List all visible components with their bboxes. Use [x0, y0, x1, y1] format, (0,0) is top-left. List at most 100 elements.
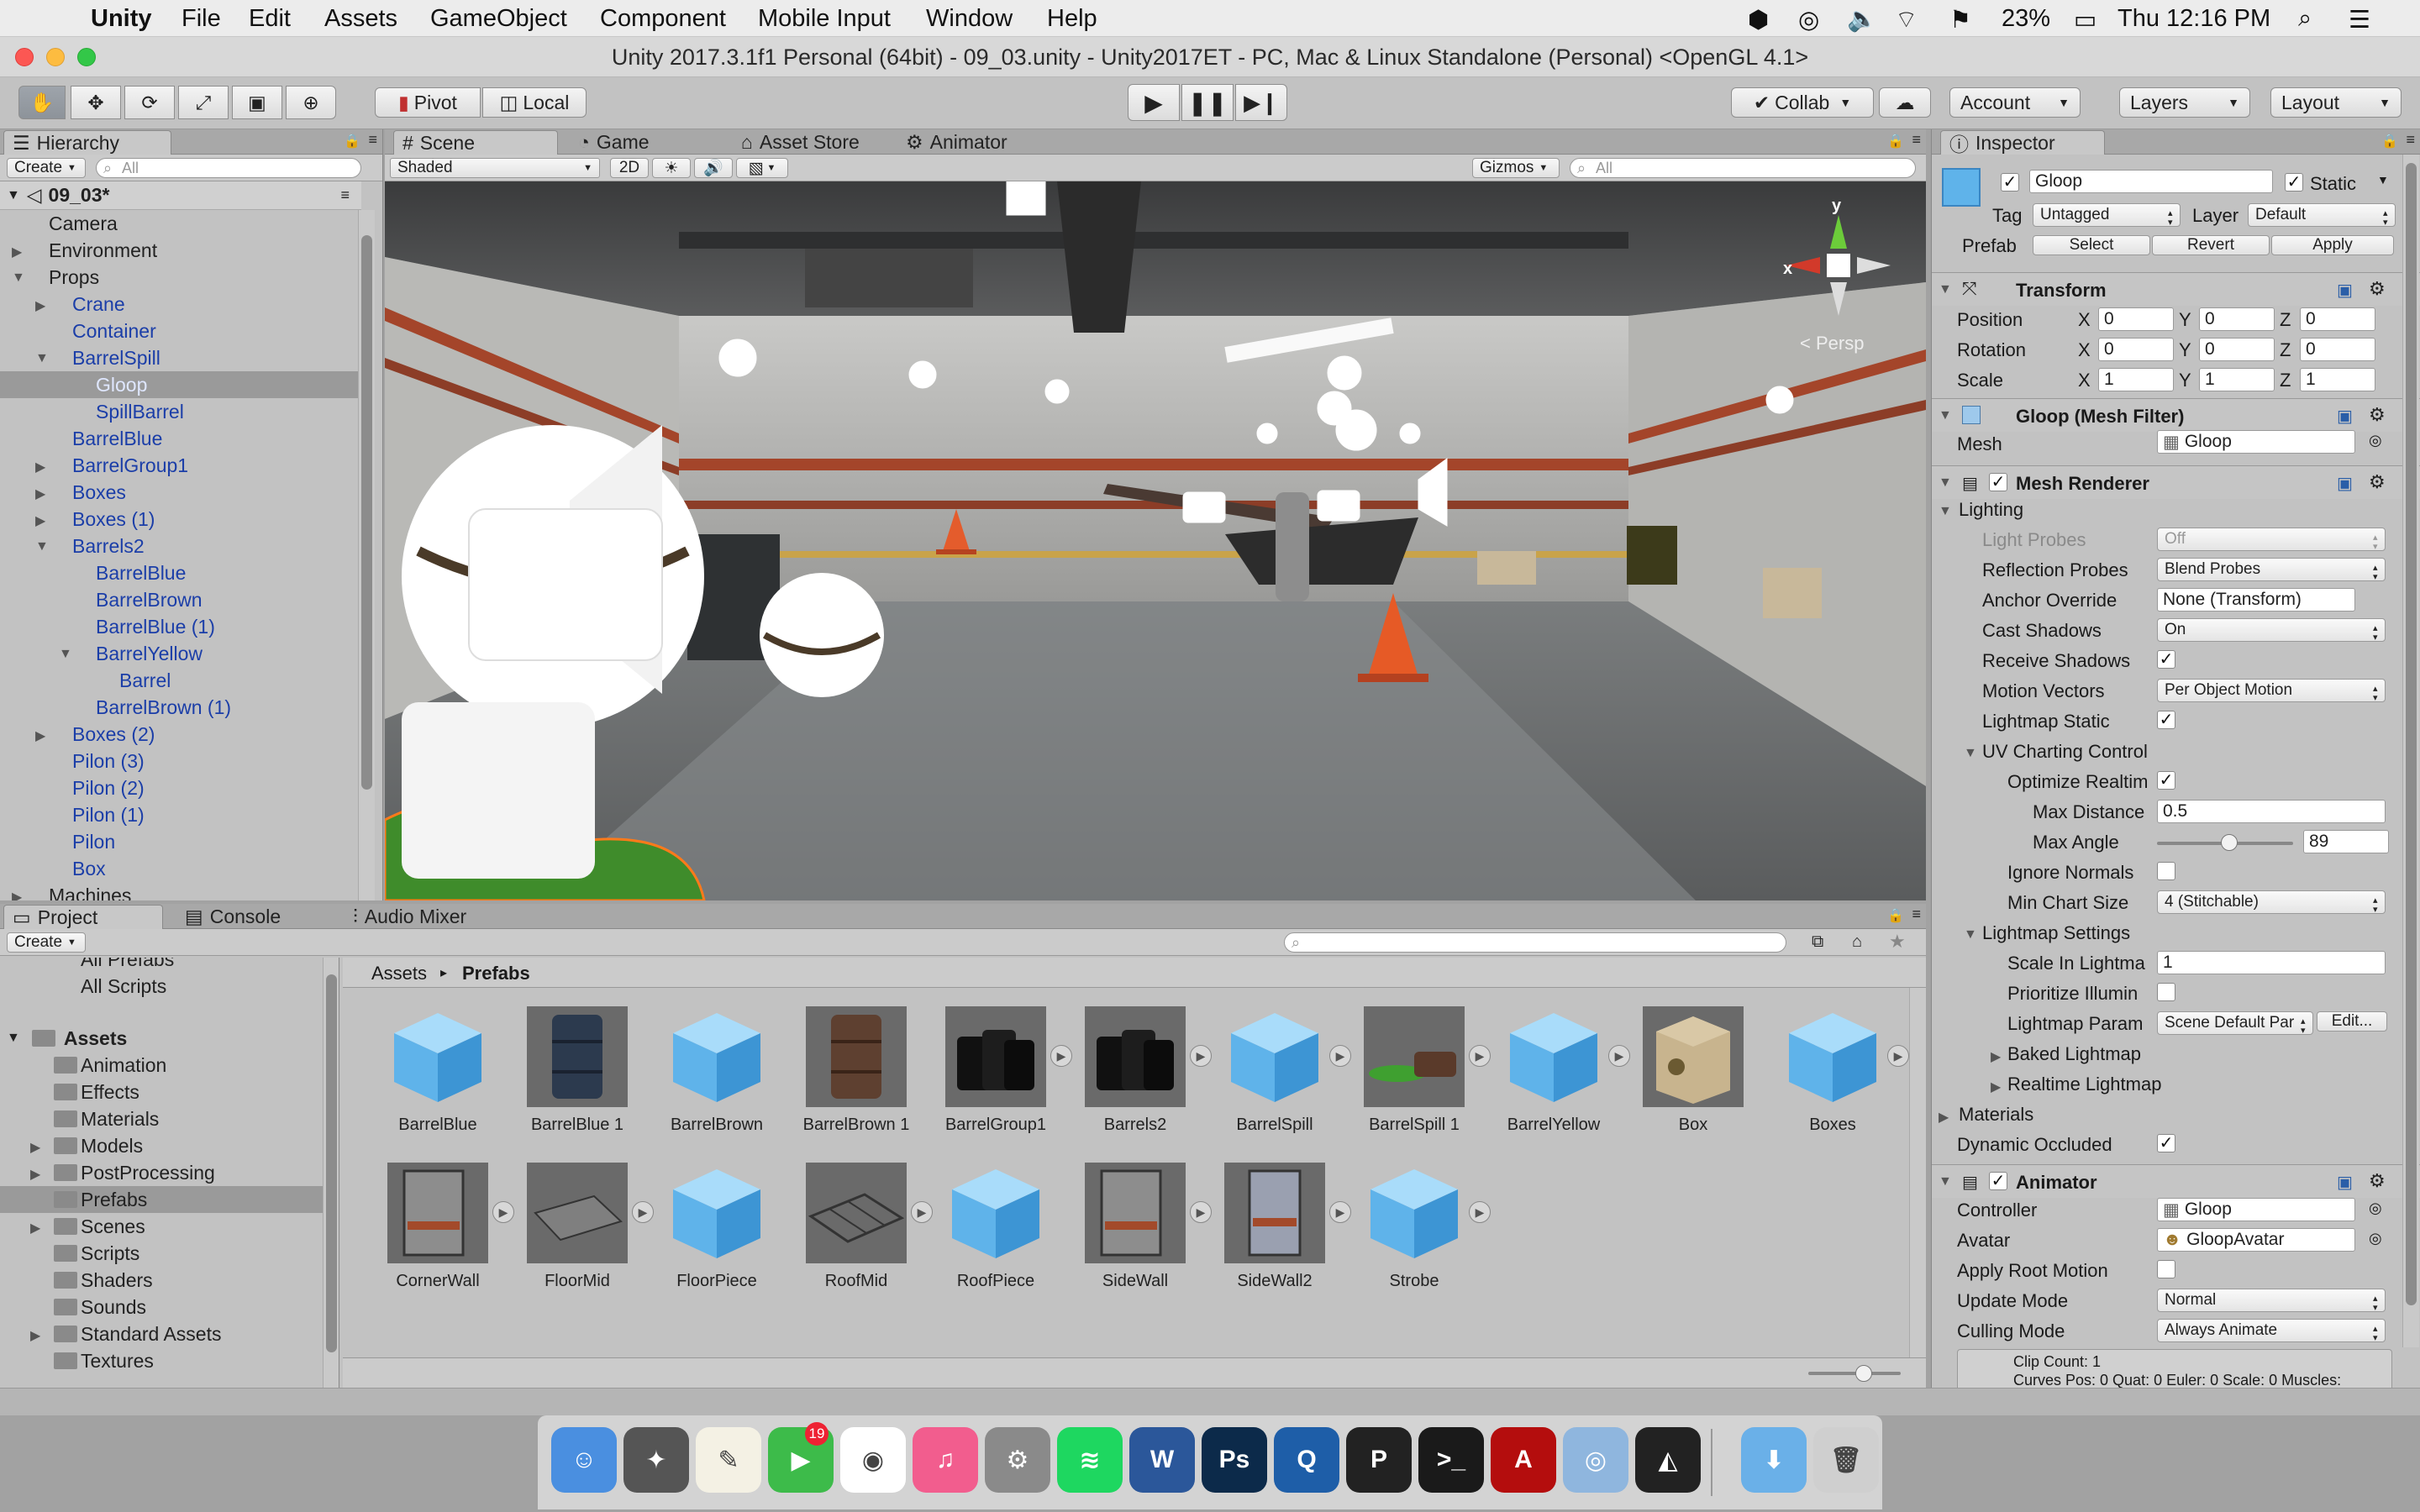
hierarchy-item[interactable]: BarrelBrown	[0, 586, 358, 613]
asset-item[interactable]: BarrelBrown 1	[776, 1006, 919, 1158]
breadcrumb-prefabs[interactable]: Prefabs	[462, 963, 530, 984]
max-angle-field[interactable]: 89	[2303, 830, 2389, 853]
project-folder-item[interactable]: Shaders	[0, 1267, 323, 1294]
object-picker-icon[interactable]: ◎	[2369, 432, 2382, 449]
audio-toggle[interactable]: 🔊	[694, 158, 733, 178]
gear-icon[interactable]: ⚙	[2369, 278, 2386, 300]
tab-console[interactable]: ▤ Console	[176, 905, 289, 929]
chevron-down-icon[interactable]: ▼	[12, 270, 25, 286]
hierarchy-item[interactable]: Container	[0, 318, 358, 344]
baked-lightmap-foldout[interactable]: Baked Lightmap	[2007, 1043, 2141, 1065]
prioritize-illumination-checkbox[interactable]	[2157, 983, 2175, 1001]
tab-asset-store[interactable]: ⌂ Asset Store	[733, 130, 868, 155]
asset-item[interactable]: ▶ BarrelSpill 1	[1334, 1006, 1491, 1158]
pause-button[interactable]: ❚❚	[1181, 84, 1234, 121]
hierarchy-item[interactable]: BarrelBlue (1)	[0, 613, 358, 640]
chevron-right-icon[interactable]: ▶	[30, 1220, 40, 1236]
transform-header[interactable]: ▼ ⤧ Transform ▣ ⚙	[1932, 272, 2420, 306]
ignore-normals-checkbox[interactable]	[2157, 862, 2175, 880]
scene-viewport[interactable]: x y < Persp	[385, 181, 1926, 900]
chevron-right-icon[interactable]: ▶	[1991, 1048, 2001, 1065]
dock-photoshop-icon[interactable]: Ps	[1202, 1427, 1267, 1493]
asset-item[interactable]: RoofPiece	[916, 1163, 1059, 1314]
hierarchy-item[interactable]: ▶ Machines	[0, 882, 358, 901]
hierarchy-item[interactable]: ▼ BarrelYellow	[0, 640, 358, 667]
project-search-input[interactable]: ⌕	[1284, 932, 1786, 953]
project-folder-item[interactable]: ▶ Models	[0, 1132, 323, 1159]
project-folder-item[interactable]: ▶ Scenes	[0, 1213, 323, 1240]
animator-header[interactable]: ▼ ▤ ✓ Animator ▣ ⚙	[1932, 1164, 2420, 1198]
chevron-right-icon[interactable]: ▶	[30, 1327, 40, 1344]
chevron-right-icon[interactable]: ▶	[1939, 1109, 1949, 1126]
chevron-right-icon[interactable]: ▶	[12, 244, 22, 260]
panel-menu-icon[interactable]: ≡	[2406, 131, 2415, 149]
hierarchy-item[interactable]: ▶ Boxes	[0, 479, 358, 506]
tab-animator[interactable]: ⚙ Animator	[897, 130, 1016, 155]
asset-item[interactable]: ▶ BarrelGroup1	[916, 1006, 1072, 1158]
prefab-revert-button[interactable]: Revert	[2152, 235, 2270, 255]
rotate-tool-button[interactable]: ⟳	[124, 86, 175, 119]
asset-item[interactable]: BarrelBlue 1	[497, 1006, 640, 1158]
chevron-right-icon[interactable]: ▶	[1991, 1079, 2001, 1095]
menu-mobile-input[interactable]: Mobile Input	[758, 5, 891, 33]
chevron-down-icon[interactable]: ▼	[59, 647, 72, 662]
hierarchy-create-dropdown[interactable]: Create ▼	[7, 158, 86, 178]
chevron-down-icon[interactable]: ▼	[35, 351, 49, 366]
scrollbar-thumb[interactable]	[361, 235, 372, 790]
tab-inspector[interactable]: ⓘ Inspector	[1940, 130, 2105, 155]
tab-scene[interactable]: # Scene	[393, 130, 558, 155]
filter-type-icon[interactable]: ⧉	[1812, 932, 1823, 952]
chevron-down-icon[interactable]: ▼	[1964, 746, 1977, 761]
receive-shadows-checkbox[interactable]: ✓	[2157, 650, 2175, 669]
scene-root-row[interactable]: ▼ ◁ 09_03* ≡	[0, 181, 361, 210]
lighting-foldout[interactable]: Lighting	[1959, 499, 2023, 521]
chevron-down-icon[interactable]: ▼	[1939, 504, 1952, 519]
gear-icon[interactable]: ⚙	[2369, 1170, 2386, 1192]
avatar-field[interactable]: ☻ GloopAvatar	[2157, 1228, 2355, 1252]
notification-center-icon[interactable]: ☰	[2349, 5, 2370, 34]
project-folder-item[interactable]: Materials	[0, 1105, 323, 1132]
culling-mode-dropdown[interactable]: Always Animate	[2157, 1319, 2386, 1342]
breadcrumb-assets[interactable]: Assets	[371, 963, 427, 984]
scrollbar-thumb[interactable]	[326, 974, 337, 1352]
dock-word-icon[interactable]: W	[1129, 1427, 1195, 1493]
project-folder-item[interactable]: Animation	[0, 1052, 323, 1079]
tag-dropdown[interactable]: Untagged	[2033, 203, 2181, 227]
dynamic-occluded-checkbox[interactable]: ✓	[2157, 1134, 2175, 1152]
clock[interactable]: Thu 12:16 PM	[2118, 5, 2270, 33]
dock-preview-icon[interactable]: ◎	[1563, 1427, 1628, 1493]
rotation-y-field[interactable]: 0	[2199, 338, 2275, 361]
hierarchy-item[interactable]: ▶ Environment	[0, 237, 358, 264]
asset-grid-scrollbar[interactable]	[1909, 988, 1926, 1357]
scene-search-input[interactable]: ⌕ All	[1570, 158, 1916, 178]
favorite-all-prefabs[interactable]: All Prefabs	[81, 958, 174, 973]
materials-foldout[interactable]: Materials	[1959, 1104, 2033, 1126]
effects-dropdown[interactable]: ▧ ▼	[736, 158, 788, 178]
position-y-field[interactable]: 0	[2199, 307, 2275, 331]
menu-window[interactable]: Window	[926, 5, 1013, 33]
asset-item[interactable]: ▶ BarrelYellow	[1474, 1006, 1630, 1158]
menu-component[interactable]: Component	[600, 5, 726, 33]
menu-file[interactable]: File	[182, 5, 221, 33]
local-toggle[interactable]: ◫ Local	[482, 87, 587, 118]
chevron-down-icon[interactable]: ▼	[2377, 173, 2389, 186]
asset-item[interactable]: ▶ FloorMid	[497, 1163, 654, 1314]
play-button[interactable]: ▶	[1128, 84, 1180, 121]
rotation-z-field[interactable]: 0	[2300, 338, 2375, 361]
apply-root-motion-checkbox[interactable]	[2157, 1260, 2175, 1278]
cloud-button[interactable]: ☁	[1879, 87, 1931, 118]
max-distance-field[interactable]: 0.5	[2157, 800, 2386, 823]
layer-dropdown[interactable]: Default	[2248, 203, 2396, 227]
dock-quicktime-icon[interactable]: Q	[1274, 1427, 1339, 1493]
menu-assets[interactable]: Assets	[324, 5, 397, 33]
dock-chrome-icon[interactable]: ◉	[840, 1427, 906, 1493]
battery-percent[interactable]: 23%	[2002, 5, 2050, 33]
hierarchy-item[interactable]: BarrelBlue	[0, 425, 358, 452]
optimize-realtime-checkbox[interactable]: ✓	[2157, 771, 2175, 790]
lock-icon[interactable]: 🔒	[344, 133, 360, 150]
gear-icon[interactable]: ⚙	[2369, 471, 2386, 493]
hierarchy-item[interactable]: Barrel	[0, 667, 358, 694]
scale-in-lightmap-field[interactable]: 1	[2157, 951, 2386, 974]
star-icon[interactable]: ★	[1889, 931, 1906, 953]
menu-help[interactable]: Help	[1047, 5, 1097, 33]
